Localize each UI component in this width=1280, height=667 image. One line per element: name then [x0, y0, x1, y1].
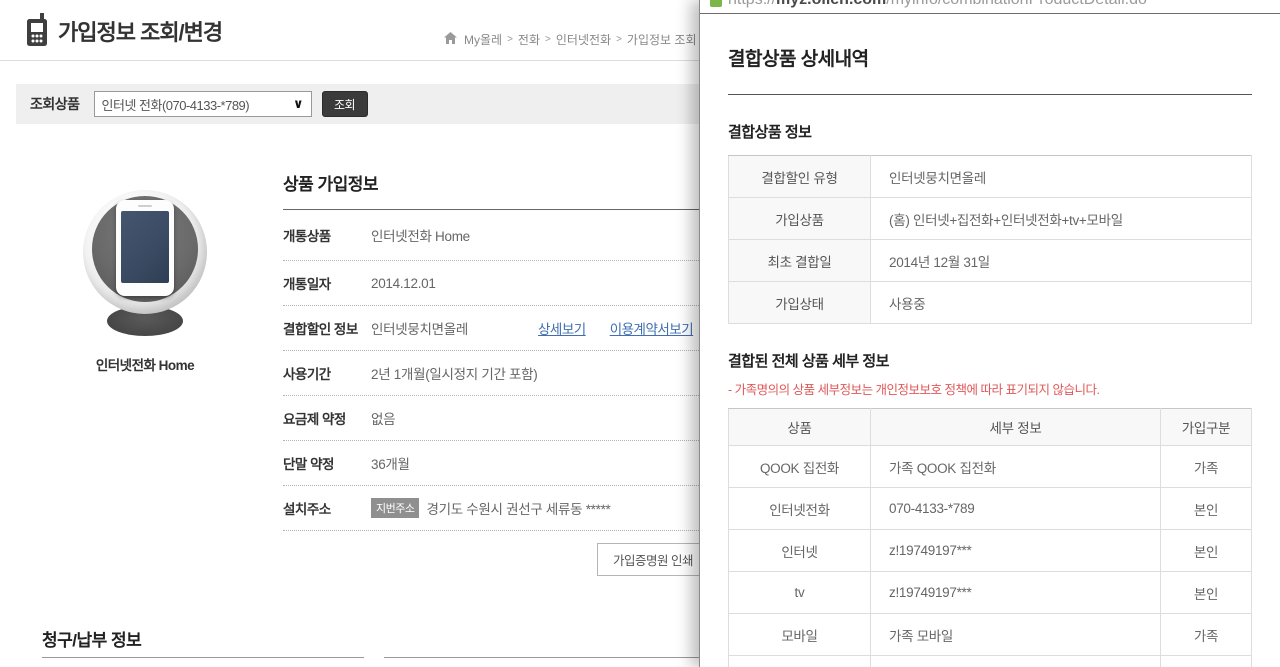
- table-row: 가입상품(홈) 인터넷+집전화+인터넷전화+tv+모바일: [729, 198, 1252, 240]
- column-header: 세부 정보: [871, 409, 1161, 446]
- combination-detail-popup: https://myz.olleh.com/myinfo/combination…: [699, 0, 1280, 667]
- home-icon[interactable]: [444, 32, 457, 47]
- field-value: 36개월: [371, 453, 410, 473]
- detail-link[interactable]: 상세보기: [538, 318, 586, 338]
- row-value: 사용중: [871, 282, 1252, 324]
- url-prefix: https://: [728, 0, 776, 8]
- product-cell: 모바일: [729, 656, 871, 667]
- field-value: 인터넷뭉치면올레: [371, 318, 468, 338]
- combined-products-table: 상품세부 정보가입구분 QOOK 집전화가족 QOOK 집전화가족인터넷전화07…: [728, 408, 1252, 667]
- row-label: 최초 결합일: [729, 240, 871, 282]
- owner-cell: 본인: [1161, 656, 1252, 667]
- lock-icon: [710, 0, 722, 7]
- field-value: 2014.12.01: [371, 276, 436, 291]
- field-label: 요금제 약정: [283, 408, 359, 428]
- table-row: 모바일010-9432-*797본인: [729, 656, 1252, 667]
- field-value: 2년 1개월(일시정지 기간 포함): [371, 363, 537, 383]
- print-certificate-button[interactable]: 가입증명원 인쇄: [597, 543, 709, 576]
- field-value: 없음: [371, 408, 395, 428]
- billing-table-line: [42, 657, 364, 658]
- phone-icon: [22, 13, 52, 52]
- table-row: tvz!19749197***본인: [729, 572, 1252, 614]
- field-label: 결합할인 정보: [283, 318, 359, 338]
- privacy-note: - 가족명의의 상품 세부정보는 개인정보보호 정책에 따라 표기되지 않습니다…: [728, 379, 1252, 398]
- table-row: 최초 결합일2014년 12월 31일: [729, 240, 1252, 282]
- product-image: [70, 188, 220, 338]
- breadcrumb-item[interactable]: 전화: [518, 31, 540, 48]
- table-row: 결합할인 유형인터넷뭉치면올레: [729, 156, 1252, 198]
- breadcrumb-item[interactable]: 가입정보 조회: [627, 31, 697, 48]
- field-label: 단말 약정: [283, 453, 359, 473]
- field-value: 인터넷전화 Home: [371, 225, 470, 245]
- column-header: 가입구분: [1161, 409, 1252, 446]
- query-label: 조회상품: [30, 94, 80, 114]
- breadcrumb-item[interactable]: 인터넷전화: [556, 31, 611, 48]
- row-label: 결합할인 유형: [729, 156, 871, 198]
- detail-section-title: 결합된 전체 상품 세부 정보: [728, 350, 1252, 371]
- table-row: 모바일가족 모바일가족: [729, 614, 1252, 656]
- field-label: 설치주소: [283, 498, 359, 518]
- row-value: (홈) 인터넷+집전화+인터넷전화+tv+모바일: [871, 198, 1252, 240]
- row-label: 가입상태: [729, 282, 871, 324]
- detail-cell: 가족 모바일: [871, 614, 1161, 656]
- product-caption: 인터넷전화 Home: [55, 354, 235, 374]
- row-label: 가입상품: [729, 198, 871, 240]
- url-domain: myz.olleh.com: [776, 0, 886, 8]
- product-select[interactable]: 인터넷 전화(070-4133-*789) ∨: [94, 91, 312, 117]
- popup-address-bar[interactable]: https://myz.olleh.com/myinfo/combination…: [700, 0, 1280, 14]
- breadcrumb-separator: >: [507, 34, 513, 45]
- detail-cell: z!19749197***: [871, 530, 1161, 572]
- field-value: 경기도 수원시 권선구 세류동 *****: [426, 498, 610, 518]
- product-cell: 인터넷: [729, 530, 871, 572]
- owner-cell: 본인: [1161, 530, 1252, 572]
- breadcrumb-item[interactable]: My올레: [464, 31, 502, 48]
- page-title: 가입정보 조회/변경: [58, 15, 222, 47]
- owner-cell: 본인: [1161, 488, 1252, 530]
- breadcrumb: My올레 > 전화 > 인터넷전화 > 가입정보 조회: [444, 31, 696, 48]
- search-button[interactable]: 조회: [322, 91, 368, 117]
- detail-cell: z!19749197***: [871, 572, 1161, 614]
- popup-title: 결합상품 상세내역: [728, 44, 1252, 95]
- product-cell: 인터넷전화: [729, 488, 871, 530]
- field-label: 사용기간: [283, 363, 359, 383]
- table-row: QOOK 집전화가족 QOOK 집전화가족: [729, 446, 1252, 488]
- product-cell: QOOK 집전화: [729, 446, 871, 488]
- chevron-down-icon: ∨: [293, 96, 304, 112]
- detail-cell: 가족 QOOK 집전화: [871, 446, 1161, 488]
- owner-cell: 가족: [1161, 446, 1252, 488]
- field-label: 개통일자: [283, 273, 359, 293]
- detail-cell: 070-4133-*789: [871, 488, 1161, 530]
- product-cell: 모바일: [729, 614, 871, 656]
- table-row: 인터넷z!19749197***본인: [729, 530, 1252, 572]
- table-row: 인터넷전화070-4133-*789본인: [729, 488, 1252, 530]
- field-links: 상세보기 이용계약서보기: [538, 318, 693, 338]
- product-select-value: 인터넷 전화(070-4133-*789): [102, 95, 293, 114]
- detail-link[interactable]: 이용계약서보기: [610, 318, 693, 338]
- owner-cell: 본인: [1161, 572, 1252, 614]
- product-figure: 인터넷전화 Home: [55, 188, 235, 374]
- detail-cell: 010-9432-*797: [871, 656, 1161, 667]
- table-row: 가입상태사용중: [729, 282, 1252, 324]
- subscription-page: 가입정보 조회/변경 My올레>전화>인터넷전화>가입정보 조회 조회상품 인터…: [0, 0, 1280, 667]
- row-value: 2014년 12월 31일: [871, 240, 1252, 282]
- row-value: 인터넷뭉치면올레: [871, 156, 1252, 198]
- info-section-title: 결합상품 정보: [728, 121, 1252, 142]
- billing-section-title: 청구/납부 정보: [42, 626, 141, 651]
- breadcrumb-separator: >: [616, 34, 622, 45]
- column-header: 상품: [729, 409, 871, 446]
- combination-info-table: 결합할인 유형인터넷뭉치면올레가입상품(홈) 인터넷+집전화+인터넷전화+tv+…: [728, 155, 1252, 324]
- address-type-badge: 지번주소: [371, 498, 419, 518]
- url-path: /myinfo/combinationProductDetail.do: [886, 0, 1147, 8]
- owner-cell: 가족: [1161, 614, 1252, 656]
- breadcrumb-separator: >: [545, 34, 551, 45]
- product-cell: tv: [729, 572, 871, 614]
- field-label: 개통상품: [283, 225, 359, 245]
